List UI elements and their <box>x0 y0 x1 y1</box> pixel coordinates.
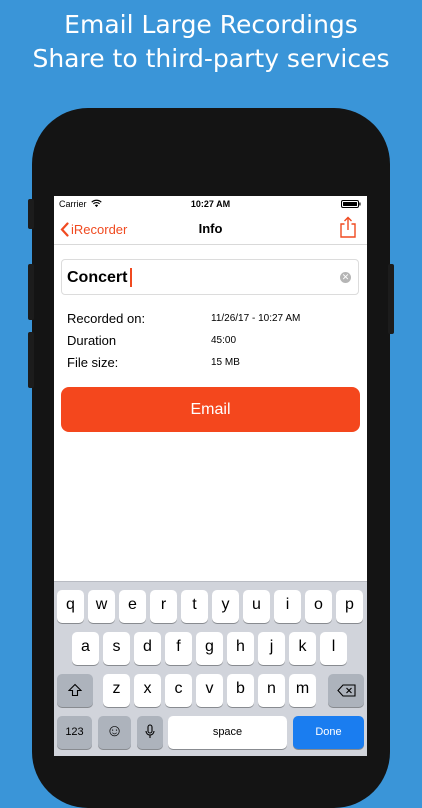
phone-power-button <box>388 264 394 334</box>
share-icon[interactable] <box>339 216 357 238</box>
key-a[interactable]: a <box>72 632 99 665</box>
key-x[interactable]: x <box>134 674 161 707</box>
file-size-value: 15 MB <box>211 357 240 368</box>
key-p[interactable]: p <box>336 590 363 623</box>
key-w[interactable]: w <box>88 590 115 623</box>
battery-icon <box>341 200 361 208</box>
key-n[interactable]: n <box>258 674 285 707</box>
key-s[interactable]: s <box>103 632 130 665</box>
key-v[interactable]: v <box>196 674 223 707</box>
key-m[interactable]: m <box>289 674 316 707</box>
key-o[interactable]: o <box>305 590 332 623</box>
app-screen: Carrier 10:27 AM iRecorder Info Concert <box>54 196 367 756</box>
delete-icon <box>336 684 356 697</box>
page-title: Info <box>198 221 223 236</box>
key-f[interactable]: f <box>165 632 192 665</box>
emoji-icon: ☺ <box>105 721 124 740</box>
duration-label: Duration <box>67 333 117 348</box>
phone-volume-up-button <box>28 264 34 320</box>
file-size-label: File size: <box>67 355 119 370</box>
email-button[interactable]: Email <box>61 387 360 432</box>
key-j[interactable]: j <box>258 632 285 665</box>
key-d[interactable]: d <box>134 632 161 665</box>
space-key[interactable]: space <box>168 716 287 749</box>
phone-volume-down-button <box>28 332 34 388</box>
info-row-duration: Duration 45:00 <box>67 333 357 351</box>
status-time: 10:27 AM <box>190 199 231 209</box>
key-l[interactable]: l <box>320 632 347 665</box>
delete-key[interactable] <box>328 674 364 707</box>
headline-line-2: Share to third-party services <box>32 44 390 73</box>
numbers-key[interactable]: 123 <box>57 716 92 749</box>
key-r[interactable]: r <box>150 590 177 623</box>
info-row-recorded-on: Recorded on: 11/26/17 - 10:27 AM <box>67 311 357 329</box>
on-screen-keyboard: q w e r t y u i o p a s d f g h j k l z … <box>54 581 367 756</box>
navigation-bar: iRecorder Info <box>54 212 367 245</box>
recording-name-field[interactable]: Concert ✕ <box>61 259 359 295</box>
key-t[interactable]: t <box>181 590 208 623</box>
key-c[interactable]: c <box>165 674 192 707</box>
duration-value: 45:00 <box>211 335 237 346</box>
recorded-on-label: Recorded on: <box>67 311 146 326</box>
key-u[interactable]: u <box>243 590 270 623</box>
info-row-file-size: File size: 15 MB <box>67 355 357 373</box>
headline-line-1: Email Large Recordings <box>64 10 358 39</box>
emoji-key[interactable]: ☺ <box>98 716 131 749</box>
text-cursor <box>130 268 132 287</box>
key-b[interactable]: b <box>227 674 254 707</box>
key-e[interactable]: e <box>119 590 146 623</box>
key-q[interactable]: q <box>57 590 84 623</box>
key-y[interactable]: y <box>212 590 239 623</box>
recording-name-value: Concert <box>67 269 128 286</box>
key-h[interactable]: h <box>227 632 254 665</box>
promo-headline: Email Large Recordings Share to third-pa… <box>0 8 422 76</box>
dictation-key[interactable] <box>137 716 163 749</box>
done-key[interactable]: Done <box>293 716 364 749</box>
key-i[interactable]: i <box>274 590 301 623</box>
key-k[interactable]: k <box>289 632 316 665</box>
shift-key[interactable] <box>57 674 93 707</box>
key-g[interactable]: g <box>196 632 223 665</box>
status-bar: Carrier 10:27 AM <box>54 196 367 212</box>
clear-text-icon[interactable]: ✕ <box>340 272 351 283</box>
microphone-icon <box>145 724 155 738</box>
recorded-on-value: 11/26/17 - 10:27 AM <box>211 313 301 324</box>
shift-icon <box>67 683 83 697</box>
key-z[interactable]: z <box>103 674 130 707</box>
phone-side-button <box>28 199 34 229</box>
